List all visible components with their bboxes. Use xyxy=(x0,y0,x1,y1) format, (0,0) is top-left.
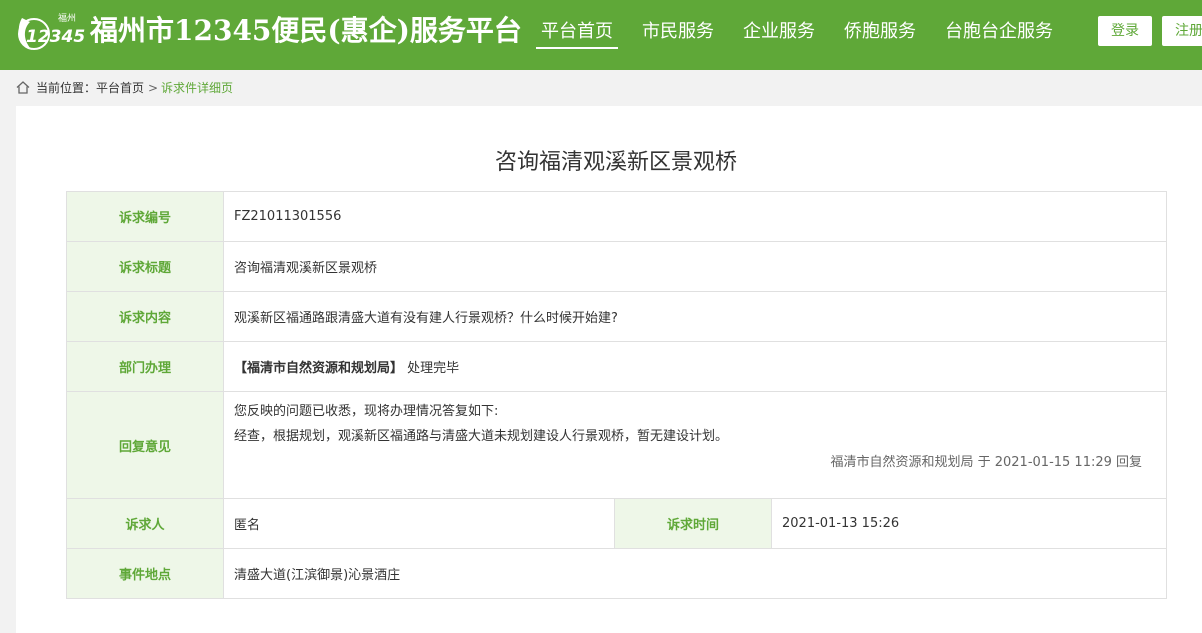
nav-citizen-services[interactable]: 市民服务 xyxy=(637,18,719,49)
page-title: 咨询福清观溪新区景观桥 xyxy=(494,150,737,175)
breadcrumb-separator: > xyxy=(148,81,159,95)
detail-panel: 咨询福清观溪新区景观桥 诉求编号 FZ21011301556 诉求标题 咨询福清… xyxy=(16,106,1202,633)
nav-taiwan-services[interactable]: 台胞台企服务 xyxy=(940,18,1058,49)
person-label: 诉求人 xyxy=(66,498,224,549)
table-row: 部门办理 【福清市自然资源和规划局】 处理完毕 xyxy=(66,341,1168,392)
title-value: 咨询福清观溪新区景观桥 xyxy=(222,241,1168,292)
table-row: 诉求人 匿名 诉求时间 2021-01-13 15:26 xyxy=(66,498,1168,549)
dept-name: 【福清市自然资源和规划局】 xyxy=(234,361,404,376)
reply-label: 回复意见 xyxy=(66,391,224,499)
top-header-bar: 福州 12345 福州市12345便民(惠企)服务平台 平台首页 市民服务 企业… xyxy=(0,0,1202,70)
breadcrumb-current: 诉求件详细页 xyxy=(161,81,234,95)
reply-line-1: 您反映的问题已收悉，现将办理情况答复如下: xyxy=(234,404,499,419)
title-label: 诉求标题 xyxy=(66,241,224,292)
logo-12345-icon[interactable]: 福州 12345 xyxy=(14,10,86,54)
time-label: 诉求时间 xyxy=(614,498,772,549)
dept-label: 部门办理 xyxy=(66,341,224,392)
detail-table: 诉求编号 FZ21011301556 诉求标题 咨询福清观溪新区景观桥 诉求内容… xyxy=(66,191,1168,599)
breadcrumb: 当前位置： 平台首页 > 诉求件详细页 xyxy=(0,70,1202,106)
table-row: 事件地点 清盛大道(江滨御景)沁景酒庄 xyxy=(66,548,1168,599)
person-value: 匿名 xyxy=(223,498,615,549)
table-row: 诉求标题 咨询福清观溪新区景观桥 xyxy=(66,241,1168,292)
table-row: 诉求内容 观溪新区福通路跟清盛大道有没有建人行景观桥？什么时候开始建? xyxy=(66,291,1168,342)
breadcrumb-prefix: 当前位置： xyxy=(36,81,97,95)
place-value: 清盛大道(江滨御景)沁景酒庄 xyxy=(222,548,1168,599)
breadcrumb-home-link[interactable]: 平台首页 xyxy=(96,81,144,95)
main-nav: 平台首页 市民服务 企业服务 侨胞服务 台胞台企服务 xyxy=(536,18,1077,49)
number-value: FZ21011301556 xyxy=(222,191,1168,242)
logo-caption: 福州 xyxy=(58,12,76,24)
login-button[interactable]: 登录 xyxy=(1098,16,1152,46)
nav-overseas-chinese-services[interactable]: 侨胞服务 xyxy=(839,18,921,49)
number-label: 诉求编号 xyxy=(66,191,224,242)
reply-signature: 福清市自然资源和规划局 于 2021-01-15 11:29 回复 xyxy=(830,455,1143,470)
dept-status: 处理完毕 xyxy=(407,361,460,376)
nav-home[interactable]: 平台首页 xyxy=(536,18,618,49)
site-title[interactable]: 福州市12345便民(惠企)服务平台 xyxy=(90,12,522,50)
dept-value: 【福清市自然资源和规划局】 处理完毕 xyxy=(222,341,1168,392)
register-button[interactable]: 注册 xyxy=(1162,16,1202,46)
content-value: 观溪新区福通路跟清盛大道有没有建人行景观桥？什么时候开始建? xyxy=(222,291,1168,342)
nav-enterprise-services[interactable]: 企业服务 xyxy=(738,18,820,49)
content-label: 诉求内容 xyxy=(66,291,224,342)
place-label: 事件地点 xyxy=(66,548,224,599)
reply-value: 您反映的问题已收悉，现将办理情况答复如下: 经查，根据规划，观溪新区福通路与清盛… xyxy=(222,391,1168,499)
logo-number: 12345 xyxy=(26,27,85,47)
time-value: 2021-01-13 15:26 xyxy=(770,498,1168,549)
home-icon xyxy=(16,81,30,94)
table-row: 诉求编号 FZ21011301556 xyxy=(66,191,1168,242)
reply-line-2: 经查，根据规划，观溪新区福通路与清盛大道未规划建设人行景观桥，暂无建设计划。 xyxy=(234,429,729,444)
table-row: 回复意见 您反映的问题已收悉，现将办理情况答复如下: 经查，根据规划，观溪新区福… xyxy=(66,391,1168,499)
